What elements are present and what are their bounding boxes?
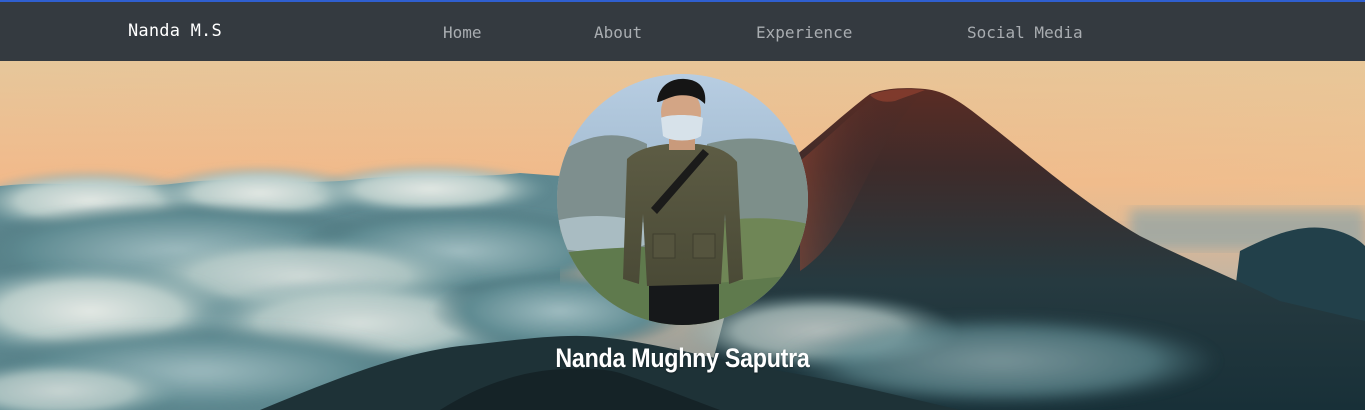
hero-name-heading: Nanda Mughny Saputra (555, 343, 810, 373)
navbar: Nanda M.S Home About Experience Social M… (0, 0, 1365, 61)
brand-link[interactable]: Nanda M.S (128, 21, 222, 41)
hero-section: Nanda Mughny Saputra (0, 61, 1365, 410)
profile-avatar (557, 74, 808, 325)
nav-link-social-media[interactable]: Social Media (967, 23, 1083, 42)
nav-link-experience[interactable]: Experience (756, 23, 852, 42)
nav-link-home[interactable]: Home (443, 23, 482, 42)
nav-link-about[interactable]: About (594, 23, 642, 42)
